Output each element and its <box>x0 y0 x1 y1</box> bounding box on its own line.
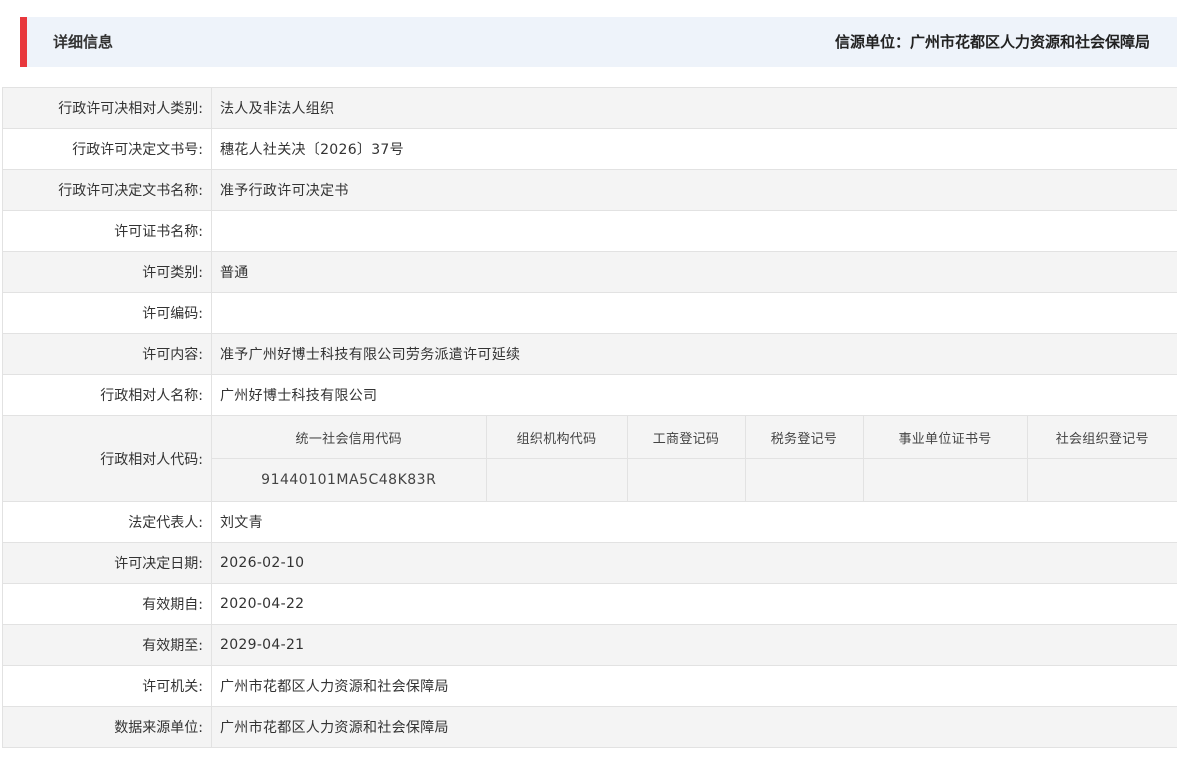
field-label: 有效期至: <box>2 624 212 666</box>
field-value: 准予行政许可决定书 <box>211 169 1177 211</box>
field-value: 穗花人社关决〔2026〕37号 <box>211 128 1177 170</box>
table-row: 许可证书名称: <box>2 210 1177 252</box>
field-label: 有效期自: <box>2 583 212 625</box>
field-label: 数据来源单位: <box>2 706 212 748</box>
field-value: 2026-02-10 <box>211 542 1177 584</box>
table-row: 行政许可决定文书名称: 准予行政许可决定书 <box>2 169 1177 211</box>
table-row: 法定代表人: 刘文青 <box>2 501 1177 543</box>
table-row: 行政相对人名称: 广州好博士科技有限公司 <box>2 374 1177 416</box>
table-row: 许可类别: 普通 <box>2 251 1177 293</box>
header-title: 详细信息 <box>53 33 114 51</box>
code-header-business: 工商登记码 <box>627 416 746 459</box>
detail-table: 行政许可决相对人类别: 法人及非法人组织 行政许可决定文书号: 穗花人社关决〔2… <box>2 87 1177 748</box>
field-value: 普通 <box>211 251 1177 293</box>
field-label: 行政许可决定文书名称: <box>2 169 212 211</box>
field-label: 行政相对人名称: <box>2 374 212 416</box>
field-label: 法定代表人: <box>2 501 212 543</box>
field-value: 2029-04-21 <box>211 624 1177 666</box>
code-value-social-org <box>1027 458 1177 501</box>
field-label: 许可机关: <box>2 665 212 707</box>
field-label: 许可类别: <box>2 251 212 293</box>
code-subtable-cell: 统一社会信用代码 组织机构代码 工商登记码 税务登记号 事业单位证书号 社会组织… <box>211 415 1177 502</box>
code-value-row: 91440101MA5C48K83R <box>212 458 1177 501</box>
detail-header: 详细信息 信源单位：广州市花都区人力资源和社会保障局 <box>20 17 1177 67</box>
table-row-code: 行政相对人代码: 统一社会信用代码 组织机构代码 工商登记码 税务登记号 事业单… <box>2 415 1177 502</box>
code-header-uscc: 统一社会信用代码 <box>212 416 487 459</box>
table-row: 有效期至: 2029-04-21 <box>2 624 1177 666</box>
field-label: 许可决定日期: <box>2 542 212 584</box>
field-value <box>211 210 1177 252</box>
field-value: 广州市花都区人力资源和社会保障局 <box>211 706 1177 748</box>
header-source-unit: 信源单位：广州市花都区人力资源和社会保障局 <box>834 33 1150 51</box>
code-value-uscc: 91440101MA5C48K83R <box>212 458 487 501</box>
field-label: 许可编码: <box>2 292 212 334</box>
field-label: 许可内容: <box>2 333 212 375</box>
code-header-institution: 事业单位证书号 <box>863 416 1028 459</box>
table-row: 数据来源单位: 广州市花都区人力资源和社会保障局 <box>2 706 1177 748</box>
table-row: 行政许可决相对人类别: 法人及非法人组织 <box>2 87 1177 129</box>
field-value: 2020-04-22 <box>211 583 1177 625</box>
field-value: 广州好博士科技有限公司 <box>211 374 1177 416</box>
field-label: 行政许可决定文书号: <box>2 128 212 170</box>
table-row: 许可机关: 广州市花都区人力资源和社会保障局 <box>2 665 1177 707</box>
field-value: 法人及非法人组织 <box>211 87 1177 129</box>
field-label: 行政相对人代码: <box>2 415 212 502</box>
code-value-business <box>627 458 746 501</box>
table-row: 行政许可决定文书号: 穗花人社关决〔2026〕37号 <box>2 128 1177 170</box>
field-label: 行政许可决相对人类别: <box>2 87 212 129</box>
field-label: 许可证书名称: <box>2 210 212 252</box>
field-value: 准予广州好博士科技有限公司劳务派遣许可延续 <box>211 333 1177 375</box>
code-subtable: 统一社会信用代码 组织机构代码 工商登记码 税务登记号 事业单位证书号 社会组织… <box>212 416 1177 501</box>
field-value: 刘文青 <box>211 501 1177 543</box>
field-value: 广州市花都区人力资源和社会保障局 <box>211 665 1177 707</box>
table-row: 许可决定日期: 2026-02-10 <box>2 542 1177 584</box>
code-header-social-org: 社会组织登记号 <box>1027 416 1177 459</box>
code-header-org: 组织机构代码 <box>486 416 628 459</box>
table-row: 许可内容: 准予广州好博士科技有限公司劳务派遣许可延续 <box>2 333 1177 375</box>
code-header-tax: 税务登记号 <box>745 416 864 459</box>
code-value-tax <box>745 458 864 501</box>
code-value-org <box>486 458 628 501</box>
header-accent-bar <box>20 17 27 67</box>
code-value-institution <box>863 458 1028 501</box>
table-row: 有效期自: 2020-04-22 <box>2 583 1177 625</box>
field-value <box>211 292 1177 334</box>
code-header-row: 统一社会信用代码 组织机构代码 工商登记码 税务登记号 事业单位证书号 社会组织… <box>212 416 1177 459</box>
table-row: 许可编码: <box>2 292 1177 334</box>
